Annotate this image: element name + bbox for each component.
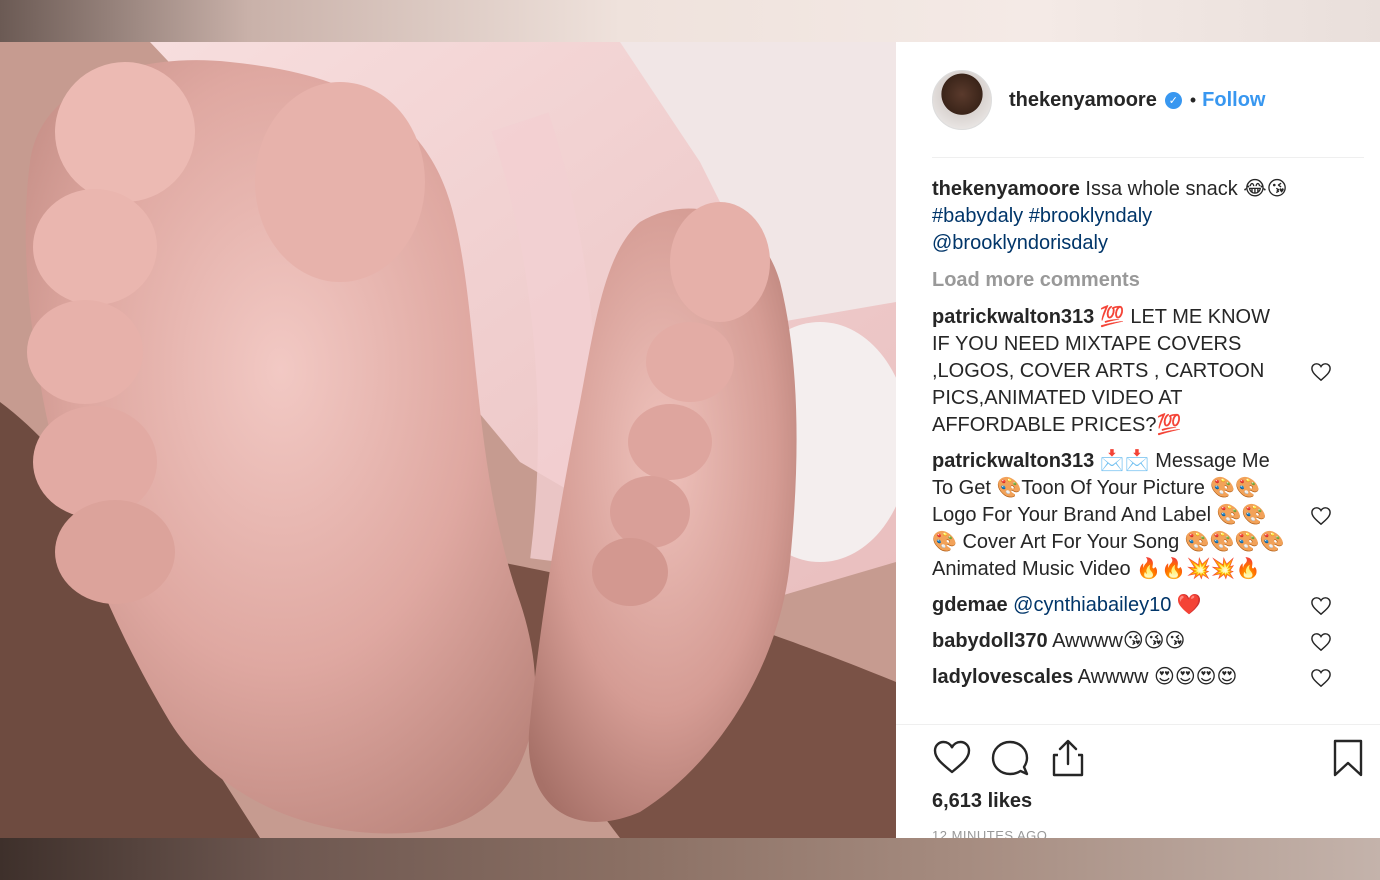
comment-item: patrickwalton313 📩📩 Message Me To Get 🎨T… (932, 448, 1332, 583)
post-timestamp: 12 MINUTES AGO (932, 828, 1048, 838)
comment-item: babydoll370 Awwww😘😘😘 (932, 628, 1332, 655)
verified-badge-icon: ✓ (1164, 91, 1182, 109)
comments-list[interactable]: thekenyamoore Issa whole snack 😂😘 #babyd… (932, 176, 1332, 722)
comment-username[interactable]: babydoll370 (932, 630, 1048, 652)
comment-item: ladylovescales Awwww 😍😍😍😍 (932, 664, 1332, 691)
comment-like-heart-icon[interactable] (1310, 362, 1332, 382)
comment-text: Awwww😘😘😘 (1052, 630, 1186, 652)
follow-button[interactable]: Follow (1202, 89, 1265, 112)
bookmark-icon[interactable] (1328, 738, 1368, 778)
header-divider (932, 157, 1364, 158)
comment-username[interactable]: patrickwalton313 (932, 306, 1094, 328)
comment-username[interactable]: patrickwalton313 (932, 450, 1094, 472)
backdrop-bottom (0, 838, 1380, 880)
caption-mention[interactable]: @brooklyndorisdaly (932, 232, 1108, 254)
baby-feet-image (0, 42, 896, 838)
post-actions (932, 738, 1364, 782)
share-icon[interactable] (1048, 738, 1088, 778)
comment-username[interactable]: gdemae (932, 594, 1008, 616)
post-side-panel: thekenyamoore ✓ • Follow thekenyamoore I… (896, 42, 1380, 838)
backdrop-top (0, 0, 1380, 42)
comment-item: gdemae @cynthiabailey10 ❤️ (932, 592, 1332, 619)
post-header: thekenyamoore ✓ • Follow (932, 70, 1265, 130)
comment-like-heart-icon[interactable] (1310, 506, 1332, 526)
load-more-comments-button[interactable]: Load more comments (932, 267, 1332, 294)
header-username[interactable]: thekenyamoore (1009, 89, 1157, 112)
comment-like-heart-icon[interactable] (1310, 632, 1332, 652)
comment-text: Awwww 😍😍😍😍 (1077, 666, 1238, 688)
heart-icon[interactable] (932, 738, 972, 778)
avatar[interactable] (932, 70, 992, 130)
caption-hashtags[interactable]: #babydaly #brooklyndaly (932, 205, 1152, 227)
comment-text: @cynthiabailey10 ❤️ (1013, 594, 1202, 616)
caption-text: Issa whole snack 😂😘 (1085, 178, 1288, 200)
comment-item: patrickwalton313 💯 LET ME KNOW IF YOU NE… (932, 304, 1332, 439)
caption-username[interactable]: thekenyamoore (932, 178, 1080, 200)
header-separator: • (1189, 89, 1197, 110)
post-caption: thekenyamoore Issa whole snack 😂😘 #babyd… (932, 176, 1332, 257)
comment-username[interactable]: ladylovescales (932, 666, 1073, 688)
comment-like-heart-icon[interactable] (1310, 668, 1332, 688)
post-photo[interactable] (0, 42, 896, 838)
comment-bubble-icon[interactable] (990, 738, 1030, 778)
likes-count[interactable]: 6,613 likes (932, 790, 1032, 813)
comment-like-heart-icon[interactable] (1310, 596, 1332, 616)
actions-divider (896, 724, 1380, 725)
